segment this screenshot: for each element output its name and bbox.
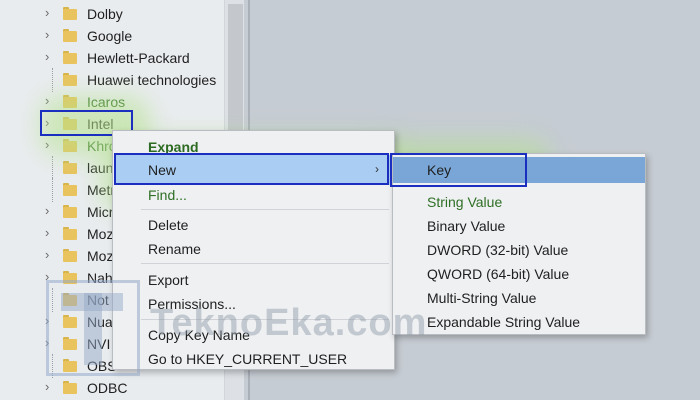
tree-connector	[52, 178, 61, 202]
tree-item-label: Google	[87, 28, 133, 44]
submenu-item-multi-string-value[interactable]: Multi-String Value	[427, 290, 536, 306]
folder-icon	[63, 7, 77, 20]
menu-item-export[interactable]: Export	[148, 272, 188, 288]
submenu-item-dword-value[interactable]: DWORD (32-bit) Value	[427, 242, 568, 258]
chevron-right-icon[interactable]: ›	[45, 225, 59, 241]
chevron-right-icon[interactable]: ›	[45, 5, 59, 21]
tree-item-label: Dolby	[87, 6, 123, 22]
menu-item-find[interactable]: Find...	[148, 187, 187, 203]
submenu-item-binary-value[interactable]: Binary Value	[427, 218, 505, 234]
submenu-item-qword-value[interactable]: QWORD (64-bit) Value	[427, 266, 569, 282]
folder-icon	[63, 29, 77, 42]
menu-separator	[141, 209, 389, 210]
watermark-logo	[46, 280, 140, 376]
tree-item[interactable]: › Dolby	[0, 2, 224, 26]
menu-separator	[141, 263, 389, 264]
folder-icon	[63, 205, 77, 218]
menu-item-goto-hkcu[interactable]: Go to HKEY_CURRENT_USER	[148, 351, 347, 367]
folder-icon	[63, 161, 77, 174]
chevron-right-icon[interactable]: ›	[45, 203, 59, 219]
folder-icon	[63, 183, 77, 196]
submenu-item-expandable-string-value[interactable]: Expandable String Value	[427, 314, 580, 330]
menu-item-delete[interactable]: Delete	[148, 217, 188, 233]
chevron-right-icon[interactable]: ›	[45, 49, 59, 65]
folder-icon	[63, 73, 77, 86]
tree-item[interactable]: › ODBC	[0, 376, 224, 400]
tree-item[interactable]: Huawei technologies	[0, 68, 224, 92]
tree-item-label: Moz	[87, 226, 114, 242]
key-highlight-box	[390, 153, 527, 187]
tree-item-label: ODBC	[87, 380, 128, 396]
chevron-right-icon[interactable]: ›	[45, 247, 59, 263]
submenu-item-string-value[interactable]: String Value	[427, 194, 502, 210]
tree-item-label: Huawei technologies	[87, 72, 217, 88]
chevron-right-icon[interactable]: ›	[45, 379, 59, 395]
menu-item-rename[interactable]: Rename	[148, 241, 201, 257]
folder-icon	[63, 249, 77, 262]
folder-icon	[63, 51, 77, 64]
tree-connector	[52, 156, 61, 180]
tree-connector	[52, 68, 61, 92]
new-highlight-box	[114, 153, 389, 185]
tree-item[interactable]: › Hewlett-Packard	[0, 46, 224, 70]
folder-icon	[63, 381, 77, 394]
watermark-text: TeknoEka.com	[150, 302, 428, 344]
chevron-right-icon[interactable]: ›	[45, 27, 59, 43]
tree-item-label: Hewlett-Packard	[87, 50, 190, 66]
tree-item-label: Moz	[87, 248, 114, 264]
folder-icon	[63, 227, 77, 240]
tree-item[interactable]: › Google	[0, 24, 224, 48]
